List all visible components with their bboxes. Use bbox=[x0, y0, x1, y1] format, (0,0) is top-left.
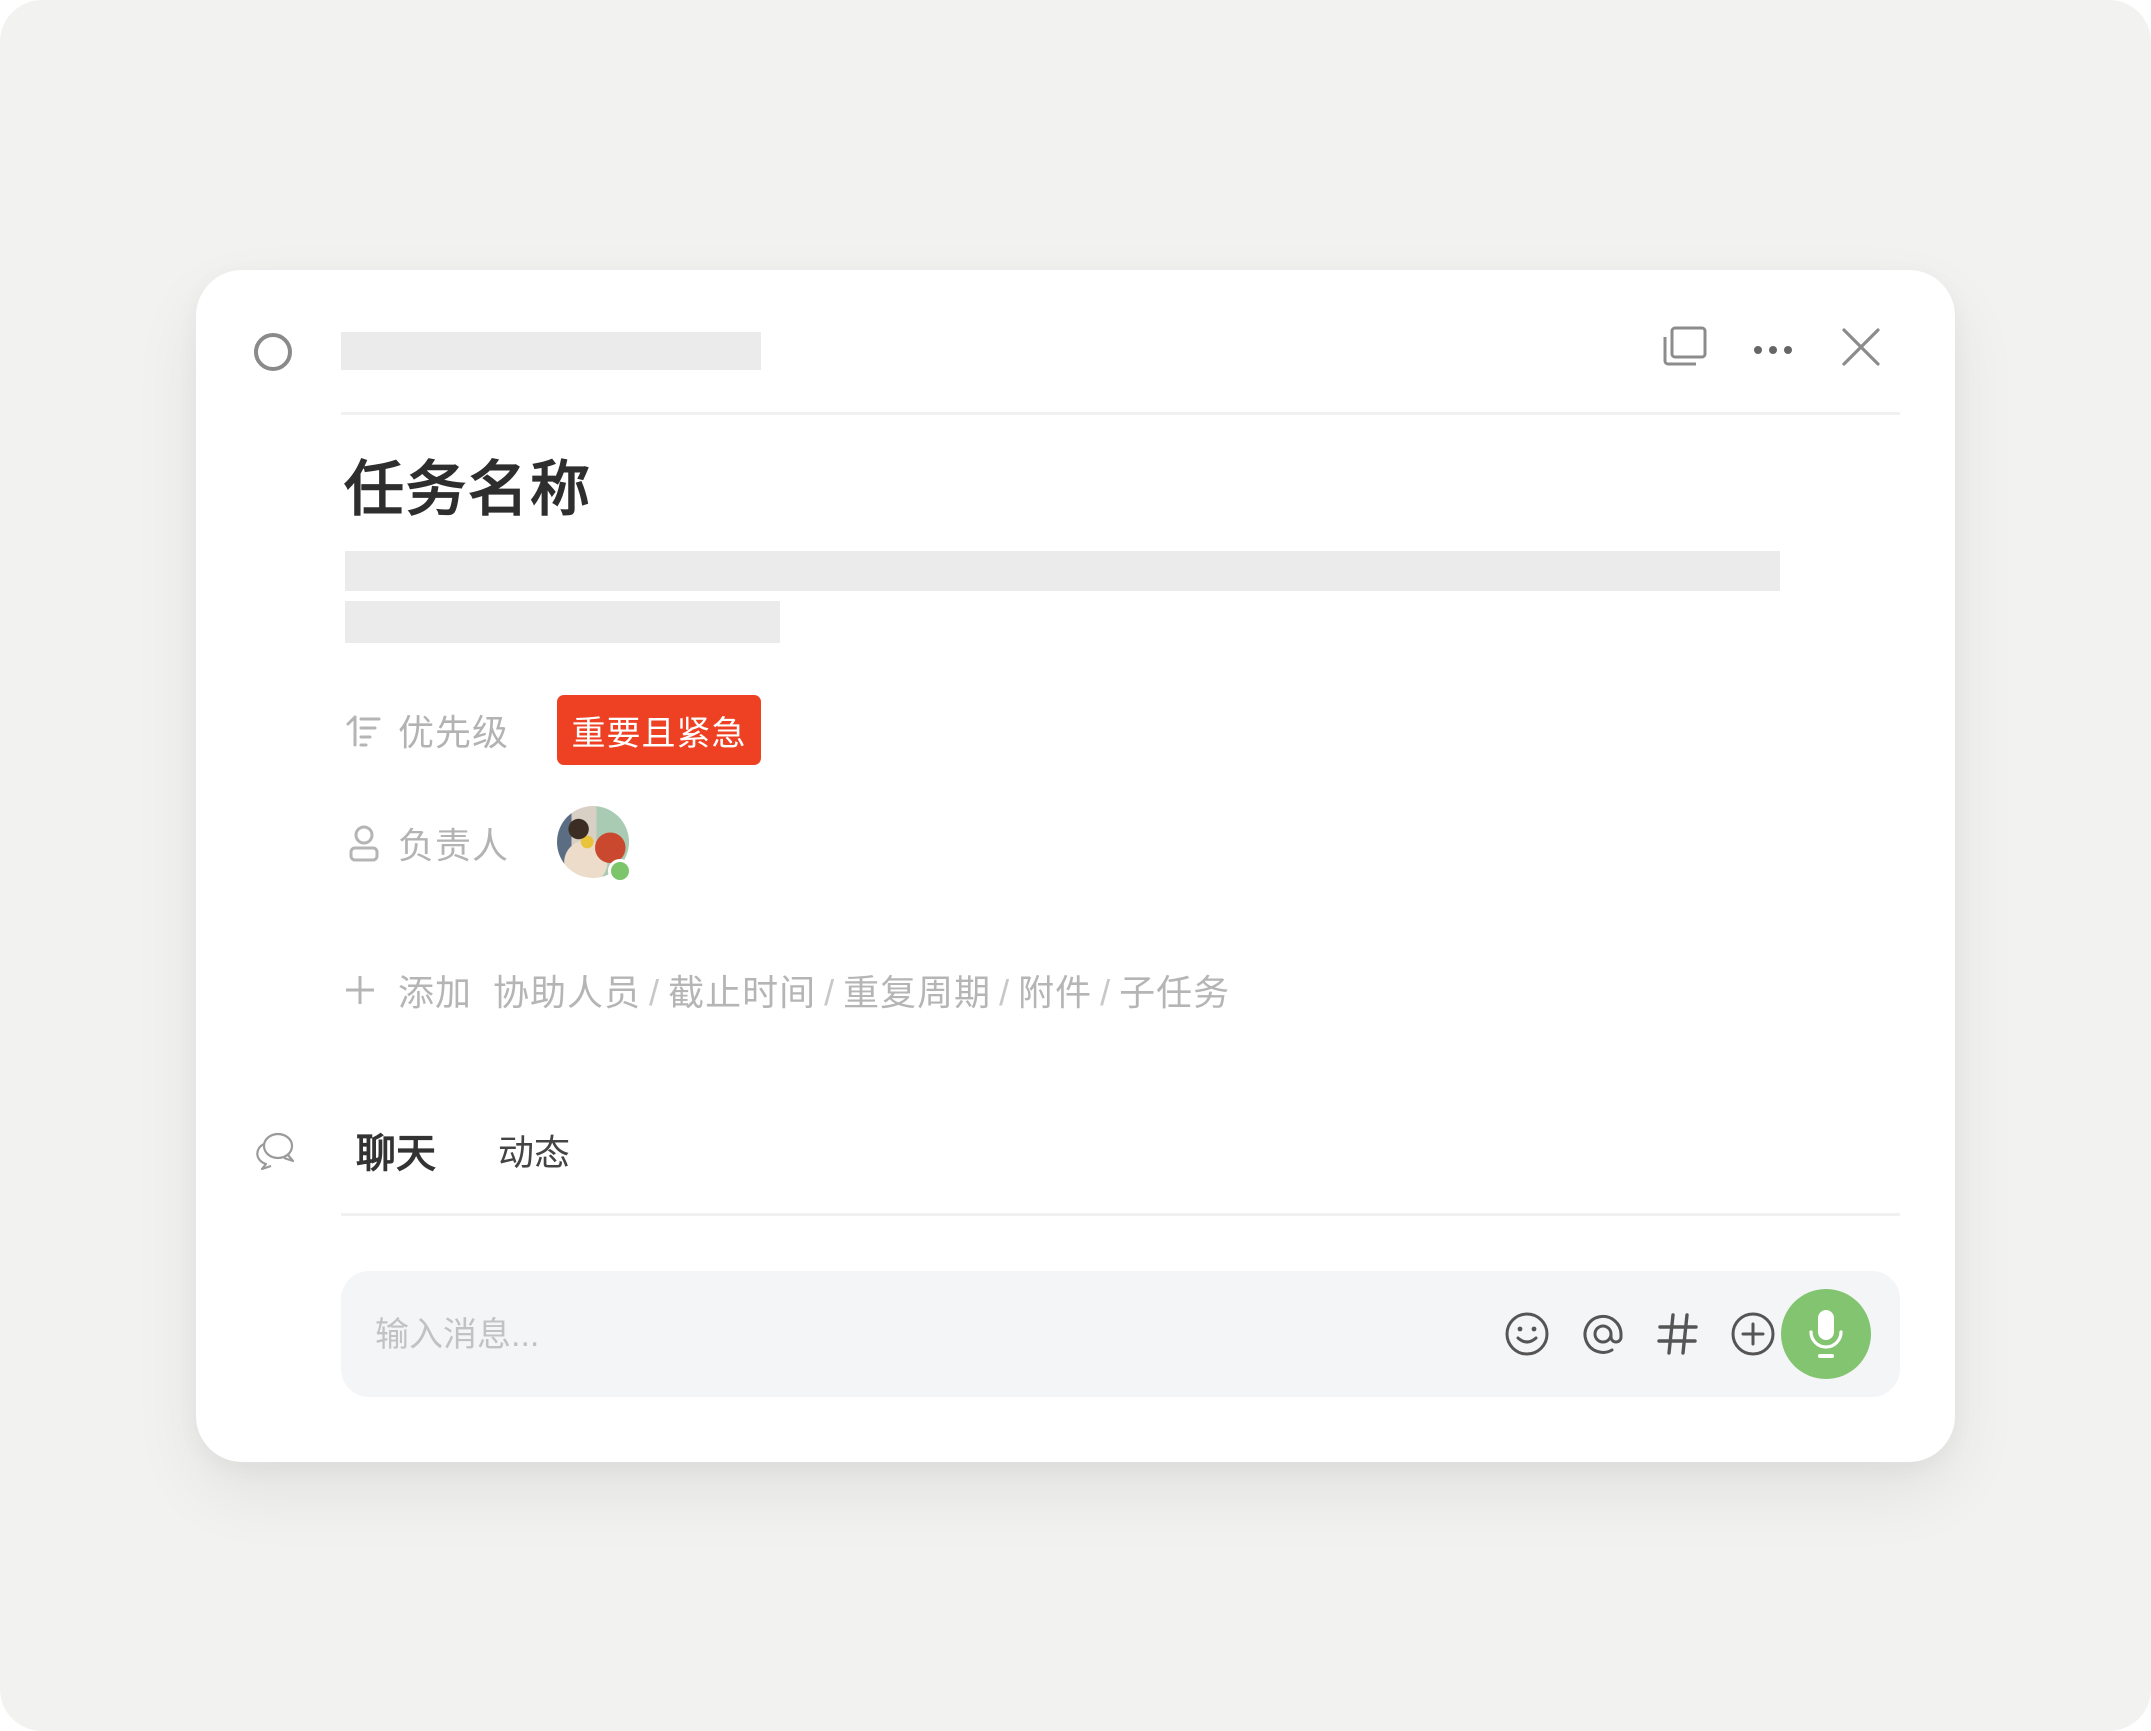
add-fields-text[interactable]: 添加 协助人员 / 截止时间 / 重复周期 / 附件 / 子任务 bbox=[398, 964, 1230, 1016]
add-option-attachment[interactable]: 附件 bbox=[1018, 972, 1092, 1013]
priority-field: 优先级 bbox=[344, 695, 509, 765]
assignee-field: 负责人 bbox=[344, 808, 509, 878]
mention-button[interactable] bbox=[1579, 1310, 1627, 1358]
add-attachment-button[interactable] bbox=[1729, 1310, 1777, 1358]
online-status-indicator bbox=[608, 859, 632, 883]
tab-chat[interactable]: 聊天 bbox=[356, 1121, 436, 1179]
tab-activity[interactable]: 动态 bbox=[498, 1124, 570, 1176]
priority-label: 优先级 bbox=[398, 712, 510, 753]
chat-bubbles-icon bbox=[256, 1132, 295, 1170]
hashtag-icon bbox=[1657, 1313, 1698, 1355]
open-window-button[interactable] bbox=[1660, 322, 1710, 372]
tabs-divider bbox=[341, 1213, 1900, 1216]
project-path-placeholder bbox=[341, 332, 761, 370]
close-button[interactable] bbox=[1836, 322, 1886, 372]
separator: / bbox=[999, 972, 1011, 1013]
emoji-button[interactable] bbox=[1503, 1310, 1551, 1358]
voice-input-button[interactable] bbox=[1781, 1289, 1871, 1379]
user-icon bbox=[344, 823, 384, 863]
message-composer bbox=[341, 1271, 1900, 1397]
add-circle-icon bbox=[1731, 1312, 1775, 1356]
more-icon bbox=[1754, 346, 1792, 354]
separator: / bbox=[824, 972, 836, 1013]
task-detail-card: 任务名称 优先级 重要且紧急 负责人 添加 协助人员 / 截止时间 / 重复周期… bbox=[196, 270, 1955, 1462]
add-option-collaborators[interactable]: 协助人员 bbox=[493, 972, 641, 1013]
description-placeholder-line bbox=[345, 601, 780, 643]
task-title[interactable]: 任务名称 bbox=[344, 450, 592, 530]
add-option-subtask[interactable]: 子任务 bbox=[1119, 972, 1230, 1013]
mention-icon bbox=[1583, 1314, 1623, 1354]
plus-icon bbox=[346, 976, 374, 1004]
task-complete-checkbox[interactable] bbox=[254, 333, 292, 371]
priority-sort-icon bbox=[344, 710, 384, 750]
add-option-repeat[interactable]: 重复周期 bbox=[843, 972, 991, 1013]
separator: / bbox=[649, 972, 661, 1013]
priority-badge[interactable]: 重要且紧急 bbox=[557, 695, 761, 765]
activity-tabs: 聊天 动态 bbox=[254, 1120, 570, 1180]
assignee-label: 负责人 bbox=[398, 825, 510, 866]
header-divider bbox=[341, 412, 1900, 415]
close-icon bbox=[1842, 328, 1880, 366]
message-input[interactable] bbox=[373, 1299, 1377, 1371]
add-option-deadline[interactable]: 截止时间 bbox=[668, 972, 816, 1013]
description-placeholder-line bbox=[345, 551, 1780, 591]
add-fields-row[interactable]: 添加 协助人员 / 截止时间 / 重复周期 / 附件 / 子任务 bbox=[344, 960, 1230, 1020]
microphone-icon bbox=[1809, 1310, 1843, 1358]
more-options-button[interactable] bbox=[1748, 325, 1798, 375]
add-prefix: 添加 bbox=[398, 972, 473, 1013]
emoji-icon bbox=[1505, 1312, 1549, 1356]
background: 任务名称 优先级 重要且紧急 负责人 添加 协助人员 / 截止时间 / 重复周期… bbox=[0, 0, 2151, 1731]
hashtag-button[interactable] bbox=[1654, 1310, 1702, 1358]
copy-window-icon bbox=[1663, 326, 1707, 366]
separator: / bbox=[1100, 972, 1112, 1013]
